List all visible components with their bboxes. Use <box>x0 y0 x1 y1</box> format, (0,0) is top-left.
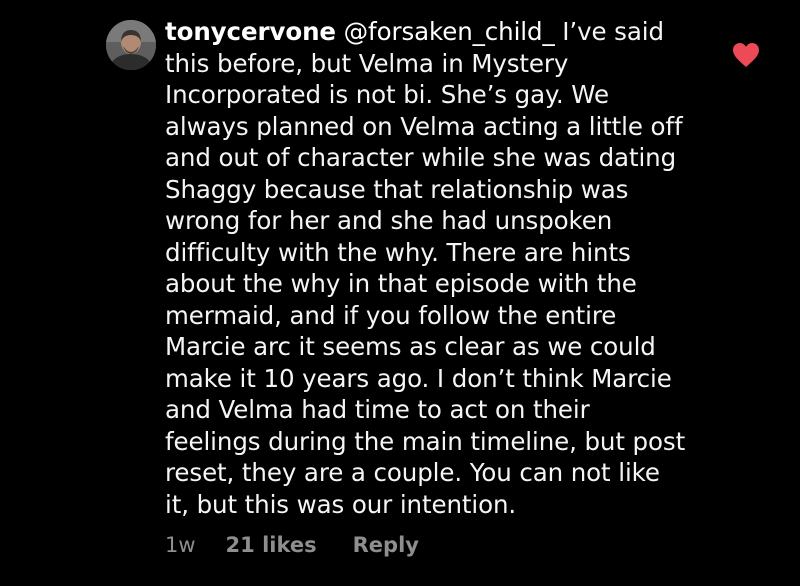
username-link[interactable]: tonycervone <box>165 17 336 46</box>
comment-line: about the why in that episode with the <box>165 269 637 298</box>
comment-line: Incorporated is not bi. She’s gay. We <box>165 80 609 109</box>
likes-count[interactable]: 21 likes <box>226 533 317 557</box>
comment-line: make it 10 years ago. I don’t think Marc… <box>165 363 672 393</box>
comment-line: this before, but Velma in Mystery <box>165 48 569 78</box>
comment-line: mermaid, and if you follow the entire <box>165 300 617 330</box>
comment-line: and out of character while she was datin… <box>165 143 677 172</box>
timestamp: 1w <box>165 533 196 557</box>
comment-line: feelings during the main timeline, but p… <box>165 426 686 456</box>
avatar[interactable] <box>106 20 156 70</box>
comment-line: difficulty with the why. There are hints <box>165 237 631 267</box>
comment-line: Shaggy because that relationship was <box>165 174 629 204</box>
comment-text: tonycervone @forsaken_child_ I’ve said t… <box>165 16 705 520</box>
comment-line: and Velma had time to act on their <box>165 395 590 424</box>
comment-meta: 1w 21 likes Reply <box>165 530 419 560</box>
comment-line: Marcie arc it seems as clear as we could <box>165 332 656 361</box>
comment-line: reset, they are a couple. You can not li… <box>165 458 660 487</box>
comment: tonycervone @forsaken_child_ I’ve said t… <box>0 0 800 586</box>
avatar-image <box>106 20 156 70</box>
comment-line: it, but this was our intention. <box>165 489 517 519</box>
mention-link[interactable]: @forsaken_child_ <box>344 17 555 46</box>
heart-icon <box>733 43 759 67</box>
comment-line: always planned on Velma acting a little … <box>165 111 683 141</box>
like-button[interactable] <box>732 42 760 68</box>
comment-line: wrong for her and she had unspoken <box>165 206 613 235</box>
comment-text-segment: I’ve said <box>554 17 664 46</box>
reply-button[interactable]: Reply <box>353 533 419 557</box>
comment-first-line: tonycervone @forsaken_child_ I’ve said <box>165 16 705 48</box>
